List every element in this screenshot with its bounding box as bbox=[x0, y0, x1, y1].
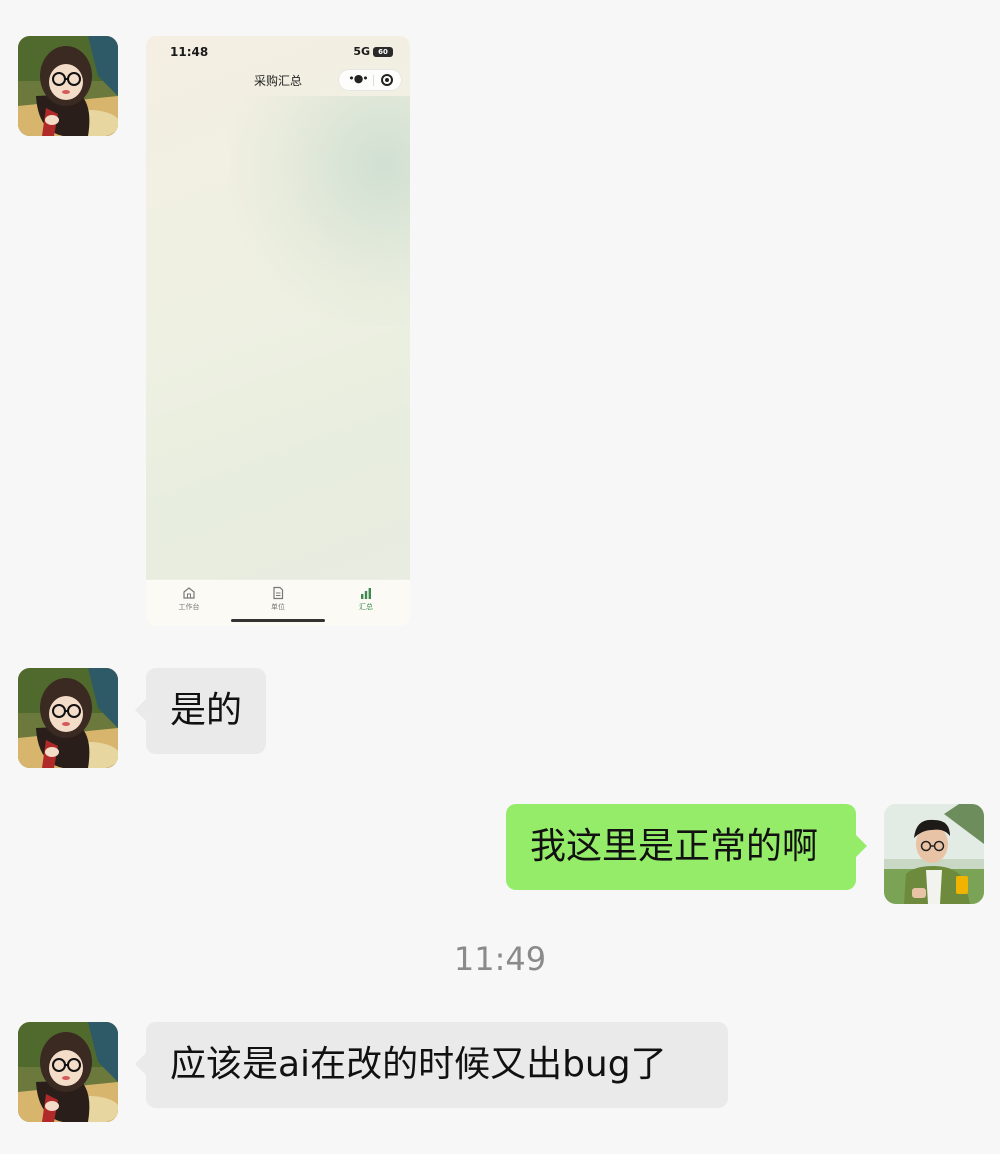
home-icon bbox=[183, 587, 195, 599]
status-time: 11:48 bbox=[170, 45, 209, 59]
contact-avatar[interactable] bbox=[18, 36, 118, 136]
close-target-icon bbox=[381, 74, 393, 86]
self-avatar[interactable] bbox=[884, 804, 984, 904]
message-bubble-received[interactable]: 是的 bbox=[134, 668, 267, 754]
tab-label: 工作台 bbox=[178, 603, 200, 611]
phone-status-bar: 11:48 5G 60 bbox=[146, 42, 410, 62]
screenshot-image-message[interactable]: 11:48 5G 60 采购汇总 •●• 工作台 单位 汇总 bbox=[146, 36, 410, 626]
bar-chart-icon bbox=[361, 588, 371, 599]
message-bubble-received[interactable]: 应该是ai在改的时候又出bug了 bbox=[135, 1022, 728, 1108]
message-timestamp: 11:49 bbox=[453, 940, 547, 978]
contact-avatar[interactable] bbox=[18, 1022, 118, 1122]
document-icon bbox=[273, 586, 284, 600]
network-indicator: 5G bbox=[353, 45, 370, 58]
tab-label: 单位 bbox=[271, 603, 285, 611]
contact-avatar[interactable] bbox=[18, 668, 118, 768]
tab-summary: 汇总 bbox=[336, 586, 396, 612]
home-indicator bbox=[231, 619, 325, 622]
miniprogram-capsule: •●• bbox=[338, 69, 402, 91]
more-icon: •●• bbox=[348, 72, 369, 85]
tab-unit: 单位 bbox=[248, 586, 308, 612]
tab-workbench: 工作台 bbox=[159, 586, 219, 612]
message-bubble-sent[interactable]: 我这里是正常的啊 bbox=[506, 804, 867, 890]
tab-label: 汇总 bbox=[359, 603, 373, 611]
battery-icon: 60 bbox=[373, 47, 393, 57]
